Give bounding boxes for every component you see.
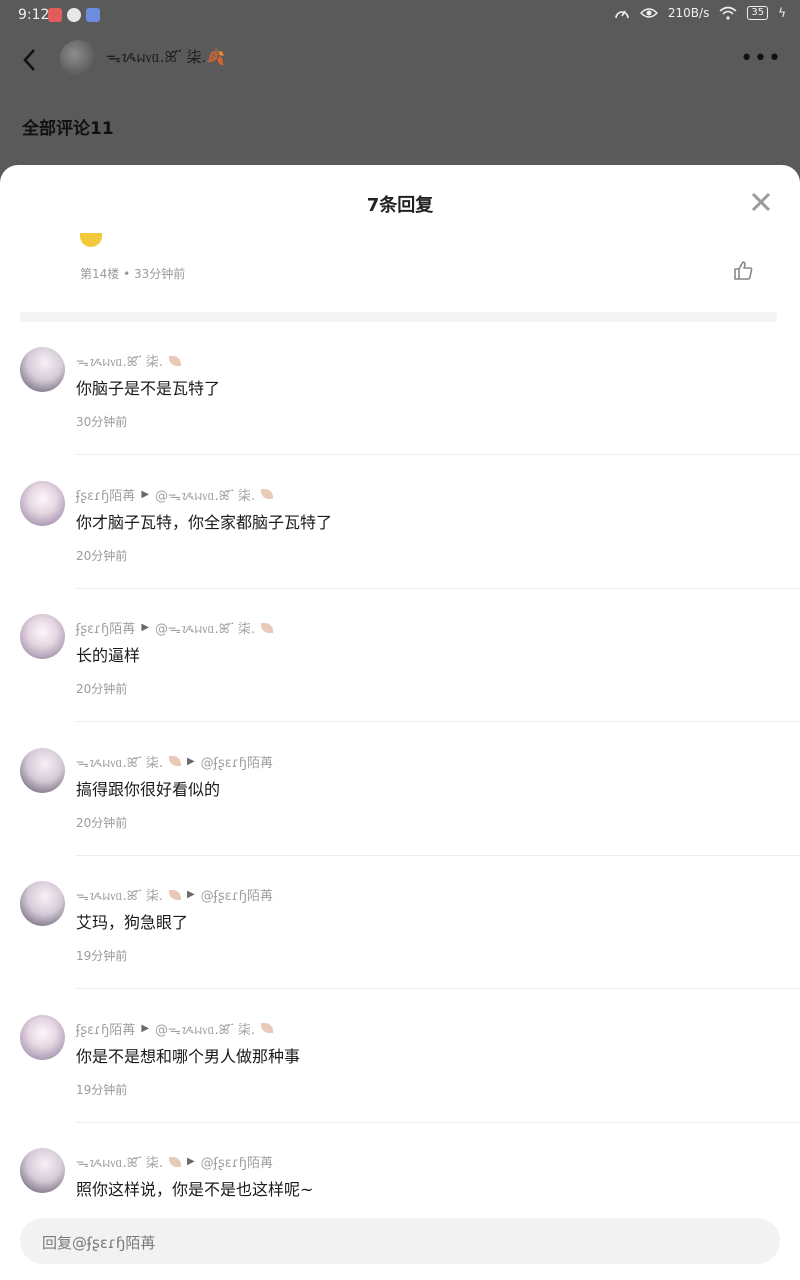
avatar[interactable]: [20, 747, 65, 793]
author-name[interactable]: ᯓᝰᥕ᥎ᥲ.ꕤ ፝ 柒.: [76, 351, 163, 370]
wechat-icon: [67, 8, 81, 22]
avatar[interactable]: [20, 347, 65, 392]
reply-item[interactable]: ʄʂɛɾɧ陌苒 ▶ @ᯓᝰᥕ᥎ᥲ.ꕤ ፝ 柒. 长的逼样 20分钟前: [0, 614, 800, 747]
row-divider: [76, 988, 800, 989]
sheet-title: 7条回复: [366, 195, 434, 216]
reply-arrow-icon: ▶: [186, 755, 195, 767]
reply-time: 19分钟前: [76, 949, 128, 963]
more-options-icon[interactable]: •••: [740, 46, 782, 71]
wifi-icon: [719, 6, 737, 20]
reply-item[interactable]: ᯓᝰᥕ᥎ᥲ.ꕤ ፝ 柒. ▶ @ʄʂɛɾɧ陌苒 艾玛，狗急眼了 19分钟前: [0, 881, 800, 1014]
avatar[interactable]: [20, 1148, 65, 1193]
reply-content: 你才脑子瓦特，你全家都脑子瓦特了: [76, 512, 333, 532]
leaf-icon: [260, 622, 273, 633]
header-username[interactable]: ᯓᝰᥕ᥎ᥲ.ꕤ ፝ 柒.🍂: [106, 46, 225, 67]
battery-indicator: 35: [747, 6, 769, 20]
avatar[interactable]: [20, 1014, 65, 1060]
reply-item[interactable]: ʄʂɛɾɧ陌苒 ▶ @ᯓᝰᥕ᥎ᥲ.ꕤ ፝ 柒. 你是不是想和哪个男人做那种事 19分钟前: [0, 1014, 800, 1148]
row-divider: [76, 1121, 800, 1123]
back-arrow-icon[interactable]: [18, 46, 42, 74]
thumbs-up-icon[interactable]: [732, 259, 754, 281]
charging-icon: ϟ: [778, 6, 786, 20]
reply-content: 搞得跟你很好看似的: [76, 779, 221, 799]
leaf-icon: [168, 889, 181, 900]
reply-arrow-icon: ▶: [186, 889, 195, 900]
author-name[interactable]: ʄʂɛɾɧ陌苒: [76, 1019, 135, 1038]
reply-time: 20分钟前: [76, 682, 128, 696]
leaf-icon: [260, 1023, 273, 1033]
reply-arrow-icon: ▶: [141, 1022, 150, 1034]
reply-names: ᯓᝰᥕ᥎ᥲ.ꕤ ፝ 柒. ▶ @ʄʂɛɾɧ陌苒: [76, 1152, 273, 1171]
reply-content: 照你这样说，你是不是也这样呢~: [76, 1180, 314, 1199]
app-notification-icon: [48, 8, 62, 22]
top-bar: ᯓᝰᥕ᥎ᥲ.ꕤ ፝ 柒.🍂 •••: [0, 38, 800, 82]
reply-content: 你脑子是不是瓦特了: [76, 379, 221, 398]
target-name[interactable]: @ʄʂɛɾɧ陌苒: [201, 1152, 273, 1171]
reply-arrow-icon: ▶: [186, 1156, 195, 1167]
reply-item[interactable]: ʄʂɛɾɧ陌苒 ▶ @ᯓᝰᥕ᥎ᥲ.ꕤ ፝ 柒. 你才脑子瓦特，你全家都脑子瓦特了 20分…: [0, 480, 800, 614]
network-speed: 210B/s: [667, 6, 710, 20]
avatar[interactable]: [20, 881, 65, 926]
row-divider: [76, 854, 800, 856]
close-icon[interactable]: [750, 191, 772, 213]
row-divider: [76, 721, 800, 722]
reply-time: 20分钟前: [76, 548, 128, 563]
target-name[interactable]: @ᯓᝰᥕ᥎ᥲ.ꕤ ፝ 柒.: [155, 618, 255, 637]
avatar[interactable]: [20, 614, 65, 659]
emoji-icon: [80, 233, 102, 247]
reply-names: ʄʂɛɾɧ陌苒 ▶ @ᯓᝰᥕ᥎ᥲ.ꕤ ፝ 柒.: [76, 618, 273, 637]
reply-time: 20分钟前: [76, 815, 128, 830]
reply-names: ᯓᝰᥕ᥎ᥲ.ꕤ ፝ 柒. ▶ @ʄʂɛɾɧ陌苒: [76, 885, 273, 904]
author-name[interactable]: ᯓᝰᥕ᥎ᥲ.ꕤ ፝ 柒.: [76, 752, 163, 771]
author-name[interactable]: ʄʂɛɾɧ陌苒: [76, 618, 135, 637]
reply-arrow-icon: ▶: [141, 622, 150, 633]
author-name[interactable]: ᯓᝰᥕ᥎ᥲ.ꕤ ፝ 柒.: [76, 1152, 163, 1171]
reply-item[interactable]: ᯓᝰᥕ᥎ᥲ.ꕤ ፝ 柒. 你脑子是不是瓦特了 30分钟前: [0, 347, 800, 480]
all-comments-title: 全部评论11: [22, 119, 114, 139]
row-divider: [76, 454, 800, 455]
leaf-icon: [260, 489, 273, 499]
reply-names: ᯓᝰᥕ᥎ᥲ.ꕤ ፝ 柒. ▶ @ʄʂɛɾɧ陌苒: [76, 752, 273, 771]
status-time: 9:12: [18, 7, 50, 23]
music-icon: [86, 8, 100, 22]
notification-icons: [48, 8, 100, 22]
target-name[interactable]: @ᯓᝰᥕ᥎ᥲ.ꕤ ፝ 柒.: [155, 1019, 255, 1038]
target-name[interactable]: @ᯓᝰᥕ᥎ᥲ.ꕤ ፝ 柒.: [155, 485, 255, 504]
reply-time: 30分钟前: [76, 415, 128, 429]
reply-content: 你是不是想和哪个男人做那种事: [76, 1046, 301, 1066]
speedometer-icon: [615, 10, 629, 19]
reply-names: ʄʂɛɾɧ陌苒 ▶ @ᯓᝰᥕ᥎ᥲ.ꕤ ፝ 柒.: [76, 1019, 273, 1038]
replies-sheet: 7条回复 第14楼 • 33分钟前 ᯓᝰᥕ᥎ᥲ.ꕤ ፝ 柒. 你脑子是不是瓦特了 3…: [0, 165, 800, 1280]
section-divider: [20, 312, 777, 322]
leaf-icon: [168, 1156, 181, 1167]
reply-arrow-icon: ▶: [141, 488, 150, 500]
reply-input-placeholder: 回复@ʄʂɛɾɧ陌苒: [42, 1234, 156, 1252]
target-name[interactable]: @ʄʂɛɾɧ陌苒: [201, 752, 273, 771]
reply-item[interactable]: ᯓᝰᥕ᥎ᥲ.ꕤ ፝ 柒. ▶ @ʄʂɛɾɧ陌苒搞得跟你很好看似的 20分钟前: [0, 747, 800, 881]
root-comment-meta: 第14楼 • 33分钟前: [80, 267, 186, 281]
leaf-icon: [168, 756, 181, 766]
status-bar: 9:12 210B/s 35 ϟ: [0, 0, 800, 32]
reply-time: 19分钟前: [76, 1082, 128, 1097]
target-name[interactable]: @ʄʂɛɾɧ陌苒: [201, 885, 273, 904]
reply-input[interactable]: 回复@ʄʂɛɾɧ陌苒: [20, 1218, 780, 1264]
reply-names: ʄʂɛɾɧ陌苒 ▶ @ᯓᝰᥕ᥎ᥲ.ꕤ ፝ 柒.: [76, 485, 273, 504]
author-name[interactable]: ʄʂɛɾɧ陌苒: [76, 485, 135, 504]
row-divider: [76, 587, 800, 589]
avatar[interactable]: [20, 480, 65, 526]
eye-icon: [639, 8, 658, 18]
reply-content: 艾玛，狗急眼了: [76, 913, 189, 932]
leaf-icon: [168, 355, 181, 366]
reply-content: 长的逼样: [76, 646, 141, 665]
author-name[interactable]: ᯓᝰᥕ᥎ᥲ.ꕤ ፝ 柒.: [76, 885, 163, 904]
reply-names: ᯓᝰᥕ᥎ᥲ.ꕤ ፝ 柒.: [76, 351, 181, 370]
header-avatar[interactable]: [60, 40, 96, 76]
